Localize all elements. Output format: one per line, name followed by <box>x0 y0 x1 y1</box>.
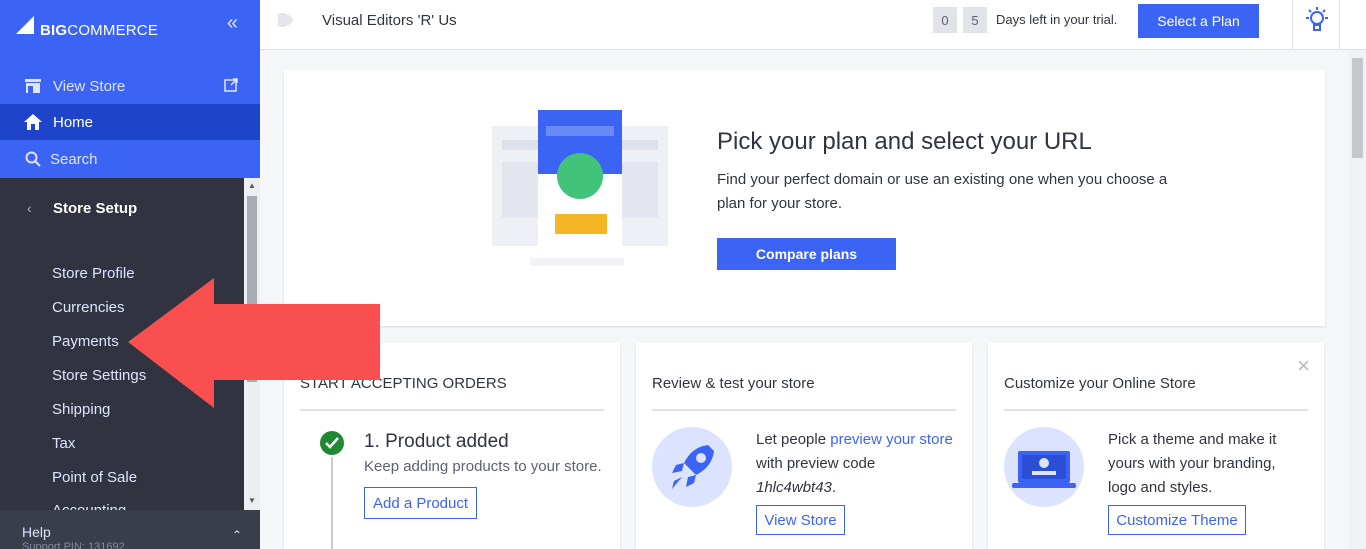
trial-digit: 5 <box>963 7 987 33</box>
sidebar-item-currencies[interactable]: Currencies <box>52 299 125 316</box>
collapse-sidebar-icon[interactable]: « <box>227 12 238 35</box>
annotation-arrow <box>128 278 380 408</box>
review-card: Review & test your store Let people prev… <box>636 343 972 549</box>
sidebar: BIGCOMMERCE « View Store Home Search ‹ S… <box>0 0 260 549</box>
review-card-body: Let people preview your store with previ… <box>756 428 966 500</box>
plan-illustration <box>492 110 668 266</box>
review-period: . <box>831 479 837 496</box>
plan-card: Pick your plan and select your URL Find … <box>284 70 1325 326</box>
sidebar-item-home[interactable]: Home <box>0 104 260 140</box>
plan-title: Pick your plan and select your URL <box>717 128 1092 155</box>
sidebar-item-tax[interactable]: Tax <box>52 435 75 452</box>
external-link-icon <box>224 78 238 92</box>
store-name: Visual Editors 'R' Us <box>322 12 457 29</box>
home-icon <box>24 113 42 131</box>
divider <box>652 409 956 411</box>
customize-card-title: Customize your Online Store <box>1004 375 1196 392</box>
back-chevron-icon[interactable]: ‹ <box>27 200 32 216</box>
search-label: Search <box>50 150 98 168</box>
divider <box>300 409 604 411</box>
sidebar-item-point-of-sale[interactable]: Point of Sale <box>52 469 137 486</box>
plan-description: Find your perfect domain or use an exist… <box>717 171 1168 212</box>
storefront-icon <box>24 77 42 95</box>
help-title: Help <box>22 524 51 540</box>
support-pin: Support PIN: 131692 <box>22 541 125 549</box>
trial-text: Days left in your trial. <box>996 12 1118 27</box>
store-logo-icon <box>278 12 294 28</box>
trial-digit: 0 <box>933 7 957 33</box>
logo-prefix: BIG <box>40 22 68 39</box>
view-store-button[interactable]: View Store <box>756 505 845 535</box>
customize-card: × Customize your Online Store Pick a the… <box>988 343 1324 549</box>
sidebar-logo-row: BIGCOMMERCE « <box>0 0 260 58</box>
sidebar-item-shipping[interactable]: Shipping <box>52 401 110 418</box>
step-connector <box>331 457 333 549</box>
review-text-after: with preview code <box>756 455 876 472</box>
tips-tab[interactable] <box>1292 0 1340 50</box>
lightbulb-icon <box>1306 7 1328 31</box>
step-title: 1. Product added <box>364 431 509 452</box>
review-card-title: Review & test your store <box>652 375 815 392</box>
logo-suffix: COMMERCE <box>67 22 159 39</box>
section-title: Store Setup <box>53 200 138 217</box>
sidebar-item-store-profile[interactable]: Store Profile <box>52 265 135 282</box>
chevron-up-icon[interactable]: ⌃ <box>232 528 242 542</box>
help-panel[interactable]: Help Support PIN: 131692 ⌃ <box>0 510 260 549</box>
top-bar: Visual Editors 'R' Us 0 5 Days left in y… <box>260 0 1366 50</box>
compare-plans-button[interactable]: Compare plans <box>717 238 896 270</box>
scroll-up-icon[interactable]: ▲ <box>248 181 256 190</box>
home-label: Home <box>53 113 94 131</box>
sidebar-item-payments[interactable]: Payments <box>52 333 119 350</box>
select-plan-button[interactable]: Select a Plan <box>1138 4 1259 38</box>
check-icon <box>320 431 344 455</box>
page-scrollbar[interactable] <box>1349 50 1366 549</box>
sidebar-item-view-store[interactable]: View Store <box>0 68 260 104</box>
sidebar-item-search[interactable]: Search <box>0 141 260 177</box>
rocket-illustration <box>652 427 732 507</box>
add-product-button[interactable]: Add a Product <box>364 487 477 519</box>
step-subtitle: Keep adding products to your store. <box>364 458 602 475</box>
customize-text: Pick a theme and make it yours with your… <box>1108 431 1277 496</box>
close-icon[interactable]: × <box>1297 353 1310 379</box>
laptop-illustration <box>1004 427 1084 507</box>
preview-store-link[interactable]: preview your store <box>830 431 953 448</box>
preview-code: 1hlc4wbt43 <box>756 479 832 496</box>
page-scroll-thumb[interactable] <box>1352 58 1363 158</box>
view-store-label: View Store <box>53 77 126 95</box>
search-icon <box>24 150 42 168</box>
divider <box>1004 409 1308 411</box>
review-text-before: Let people <box>756 431 831 448</box>
scroll-down-icon[interactable]: ▼ <box>248 496 256 505</box>
customize-theme-button[interactable]: Customize Theme <box>1108 505 1246 535</box>
